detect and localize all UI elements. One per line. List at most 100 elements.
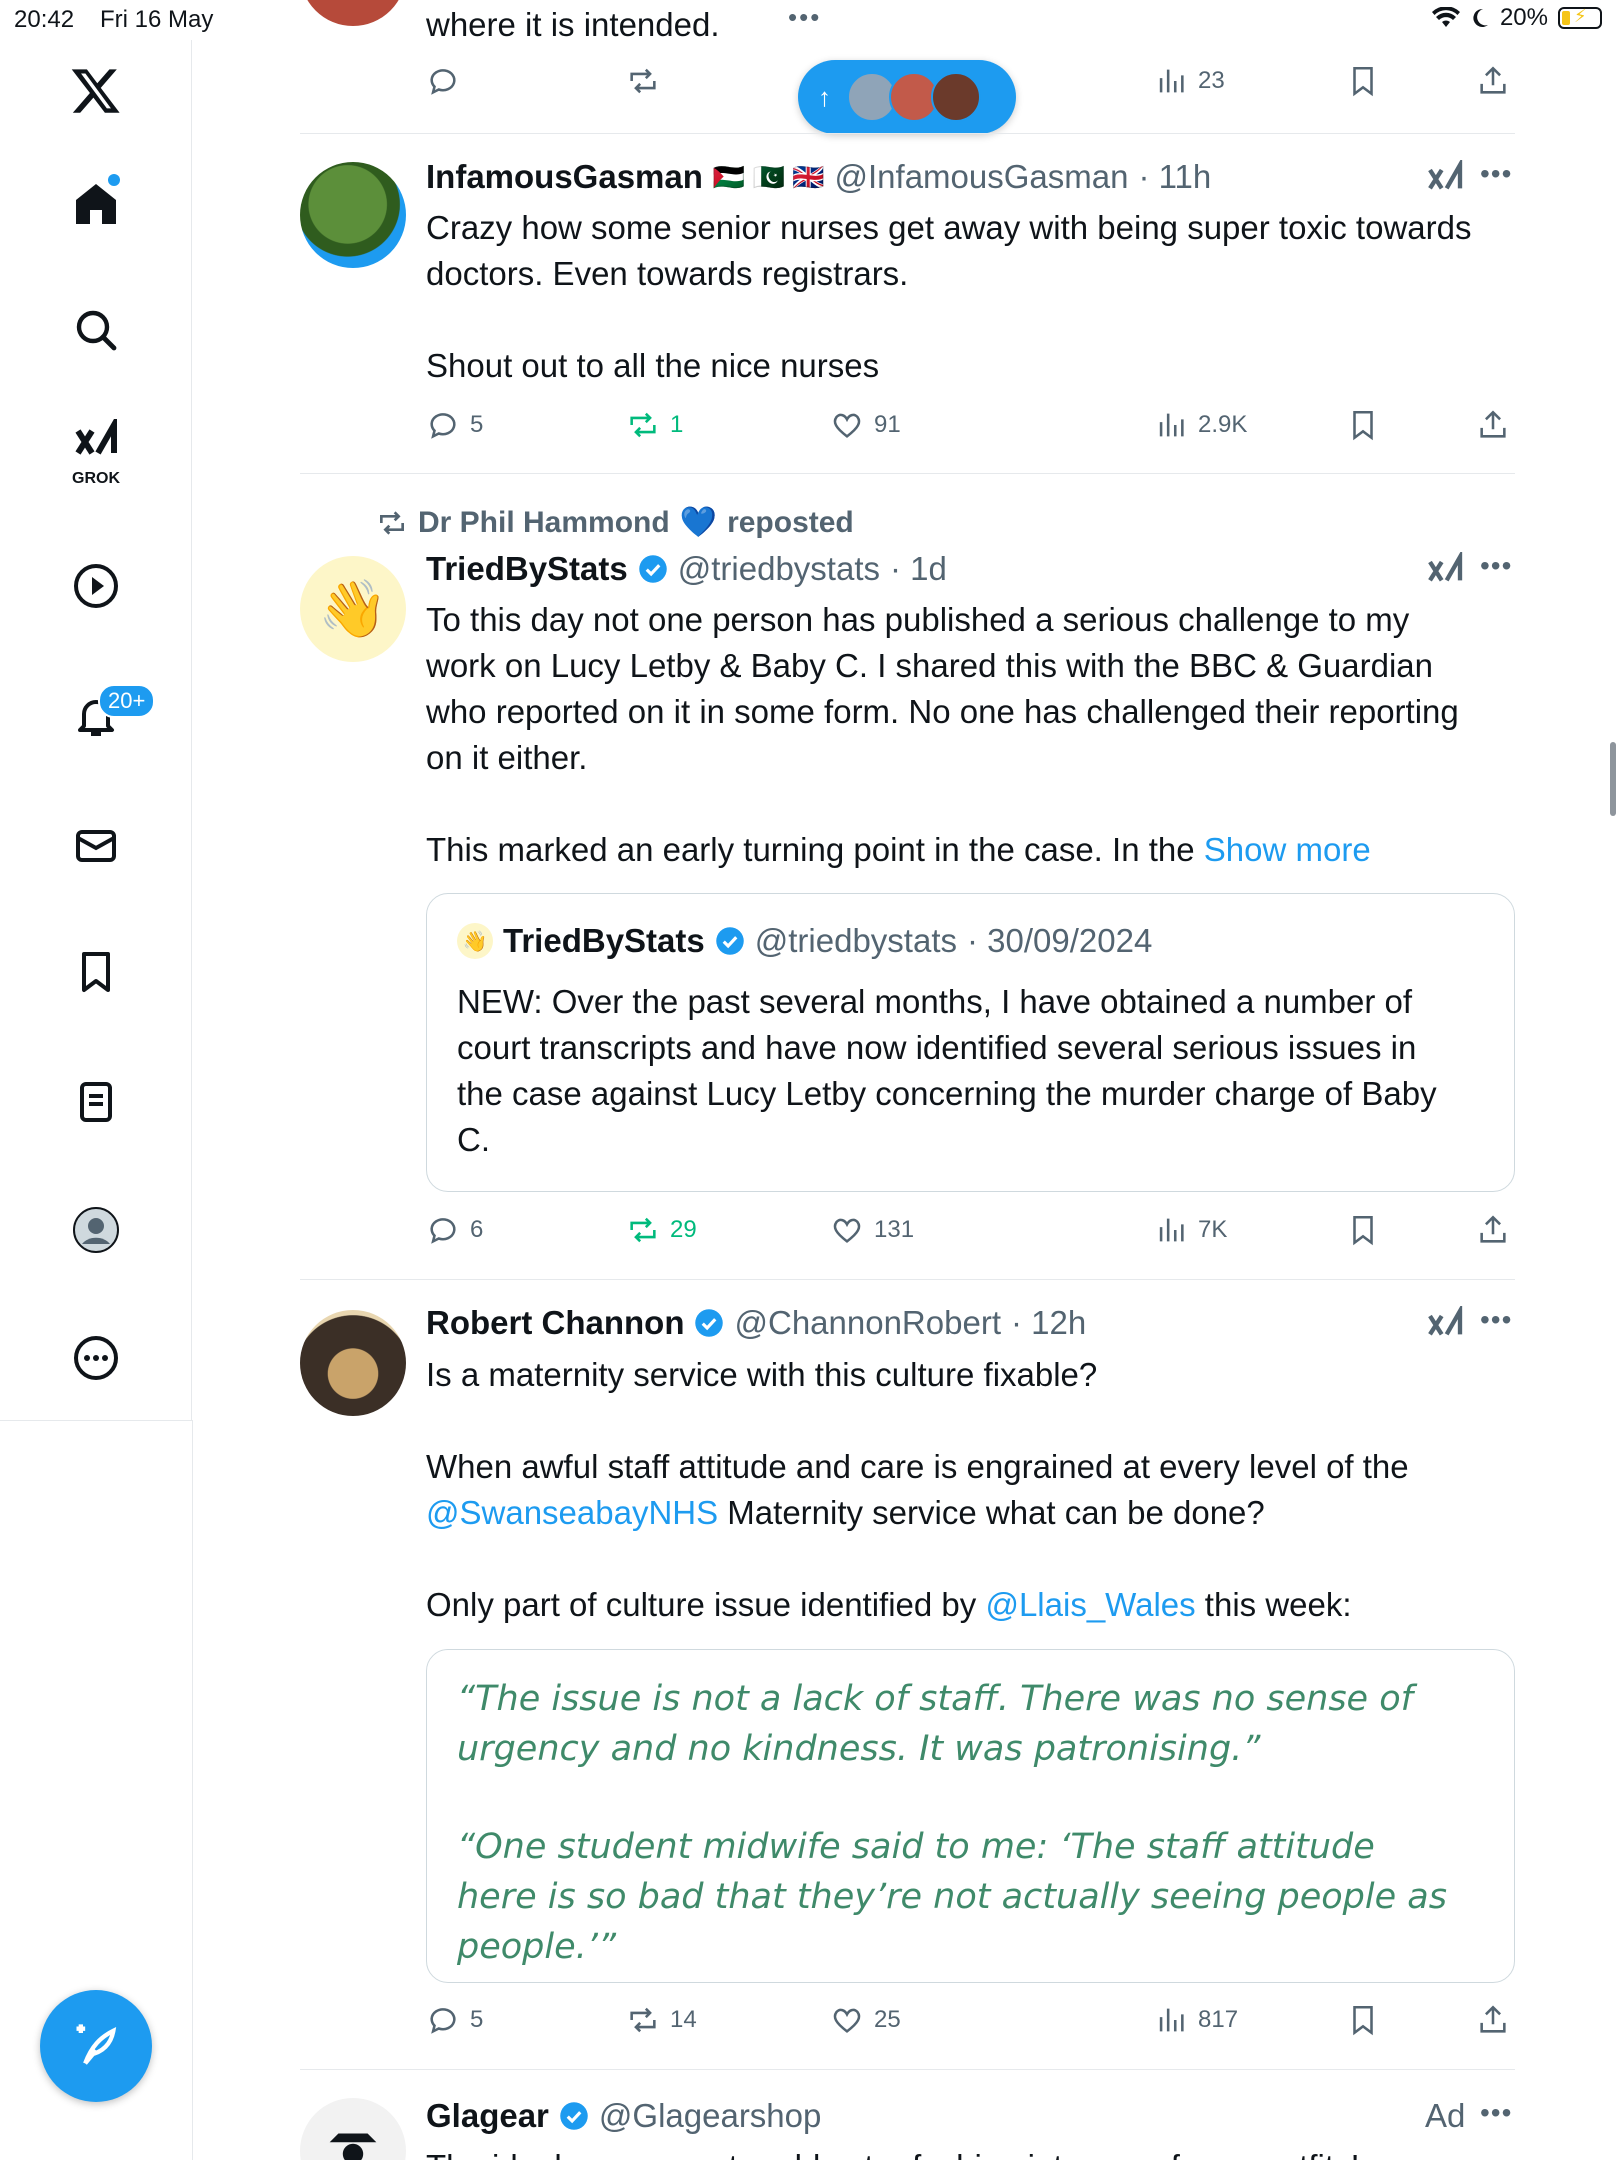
author-handle[interactable]: @ChannonRobert: [734, 1304, 1001, 1342]
text-line: NEW: Over the past several months, I hav…: [457, 983, 1413, 1020]
share-icon: [1480, 66, 1506, 94]
show-more-link[interactable]: Show more: [1204, 831, 1371, 868]
avatar[interactable]: [300, 1310, 406, 1416]
tweet-time[interactable]: · 11h: [1138, 158, 1211, 196]
share-button[interactable]: [1476, 408, 1510, 442]
grok-explain-icon[interactable]: [1425, 552, 1465, 592]
notifications-bell-icon[interactable]: 20+: [56, 676, 156, 756]
author-handle[interactable]: @Glagearshop: [599, 2097, 821, 2135]
share-button[interactable]: [1476, 64, 1510, 98]
bookmark-icon: [1353, 66, 1373, 97]
reply-button[interactable]: [426, 64, 460, 98]
text-line: here is so bad that they’re not actually…: [457, 1877, 1447, 1917]
home-icon[interactable]: [56, 164, 136, 244]
bookmark-button[interactable]: [1346, 408, 1380, 442]
new-posts-pill[interactable]: ↑: [798, 60, 1016, 134]
lists-icon[interactable]: [56, 1062, 136, 1142]
bookmark-icon: [1353, 1215, 1373, 1246]
compose-post-button[interactable]: [40, 1990, 152, 2102]
repost-count: 14: [670, 2006, 697, 2033]
profile-avatar-icon[interactable]: [56, 1190, 136, 1270]
tweet-time[interactable]: · 1d: [890, 550, 947, 588]
author-handle[interactable]: @InfamousGasman: [835, 158, 1129, 196]
grok-icon[interactable]: GROK: [56, 412, 136, 492]
like-button[interactable]: 131: [830, 1213, 914, 1247]
share-icon: [1480, 1215, 1506, 1243]
more-menu-icon[interactable]: •••: [1480, 1304, 1512, 1336]
reposter-name[interactable]: Dr Phil Hammond: [418, 506, 670, 540]
share-button[interactable]: [1476, 1213, 1510, 1247]
repost-button[interactable]: 1: [626, 408, 683, 442]
share-icon: [1480, 410, 1506, 438]
author-name[interactable]: Robert Channon: [426, 1304, 684, 1342]
views-chart-icon: [1159, 2008, 1184, 2032]
author-name[interactable]: InfamousGasman: [426, 158, 703, 196]
avatar: [931, 72, 981, 122]
text-line: Shout out to all the nice nurses: [426, 347, 880, 384]
like-button[interactable]: 25: [830, 2003, 901, 2037]
timeline: where it is intended. 23 ↑ InfamousGasma…: [300, 0, 1515, 2160]
text-line: work on Lucy Letby & Baby C. I shared th…: [426, 647, 1433, 684]
text-line: When awful staff attitude and care is en…: [426, 1448, 1409, 1485]
tweet-header: InfamousGasman 🇵🇸 🇵🇰 🇬🇧 @InfamousGasman …: [426, 158, 1211, 196]
bookmarks-icon[interactable]: [56, 932, 136, 1012]
sidebar: GROK 20+: [0, 40, 192, 1421]
reply-count: 6: [470, 1216, 484, 1243]
bookmark-button[interactable]: [1346, 64, 1380, 98]
avatar[interactable]: [300, 0, 406, 26]
glagear-logo-icon: [329, 2133, 377, 2160]
more-menu-icon[interactable]: •••: [1480, 2097, 1512, 2129]
like-button[interactable]: 91: [830, 408, 901, 442]
bookmark-icon: [1353, 410, 1373, 441]
author-name[interactable]: TriedByStats: [426, 550, 628, 588]
text-span: this week:: [1195, 1586, 1352, 1623]
tweet-time[interactable]: · 12h: [1011, 1304, 1086, 1342]
repost-icon: [380, 510, 404, 535]
tweet-time: · 30/09/2024: [967, 922, 1153, 959]
bookmark-button[interactable]: [1346, 1213, 1380, 1247]
verified-badge-icon: [560, 2102, 588, 2130]
messages-envelope-icon[interactable]: [56, 806, 136, 886]
author-name[interactable]: Glagear: [426, 2097, 549, 2135]
bookmark-button[interactable]: [1346, 2003, 1380, 2037]
text-line: people.’”: [457, 1927, 617, 1967]
views-button[interactable]: 817: [1154, 2003, 1238, 2037]
grok-explain-icon[interactable]: [1425, 1306, 1465, 1346]
grok-explain-icon[interactable]: [1425, 160, 1465, 200]
text-line: doctors. Even towards registrars.: [426, 255, 909, 292]
repost-button[interactable]: [626, 64, 660, 98]
views-button[interactable]: 23: [1154, 64, 1225, 98]
x-logo-icon[interactable]: [56, 50, 136, 130]
avatar[interactable]: [300, 2098, 406, 2160]
reply-button[interactable]: 5: [426, 408, 483, 442]
views-button[interactable]: 2.9K: [1154, 408, 1247, 442]
text-line: @SwanseabayNHS Maternity service what ca…: [426, 1490, 1515, 1536]
more-menu-icon[interactable]: •••: [1480, 550, 1512, 582]
repost-context: Dr Phil Hammond 💙 reposted: [376, 505, 854, 540]
text-line: To this day not one person has published…: [426, 601, 1410, 638]
repost-button[interactable]: 14: [626, 2003, 697, 2037]
avatar[interactable]: [300, 162, 406, 268]
quote-image[interactable]: “The issue is not a lack of staff. There…: [426, 1649, 1515, 1983]
search-icon[interactable]: [56, 290, 136, 370]
author-handle[interactable]: @triedbystats: [678, 550, 880, 588]
text-line: on it either.: [426, 739, 588, 776]
mention-link[interactable]: @SwanseabayNHS: [426, 1494, 718, 1531]
share-button[interactable]: [1476, 2003, 1510, 2037]
avatar[interactable]: 👋: [300, 556, 406, 662]
text-span: Only part of culture issue identified by: [426, 1586, 986, 1623]
repost-button[interactable]: 29: [626, 1213, 697, 1247]
divider: [300, 1279, 1515, 1280]
share-icon: [1480, 2005, 1506, 2033]
divider: [300, 133, 1515, 134]
video-play-icon[interactable]: [56, 546, 136, 626]
views-button[interactable]: 7K: [1154, 1213, 1227, 1247]
more-menu-icon[interactable]: •••: [1480, 158, 1512, 190]
scrollbar[interactable]: [1610, 742, 1616, 816]
reply-button[interactable]: 6: [426, 1213, 483, 1247]
repost-icon: [630, 2007, 656, 2033]
more-options-icon[interactable]: [56, 1318, 136, 1398]
mention-link[interactable]: @Llais_Wales: [985, 1586, 1195, 1623]
quoted-tweet[interactable]: 👋 TriedByStats @triedbystats · 30/09/202…: [426, 893, 1515, 1192]
reply-button[interactable]: 5: [426, 2003, 483, 2037]
